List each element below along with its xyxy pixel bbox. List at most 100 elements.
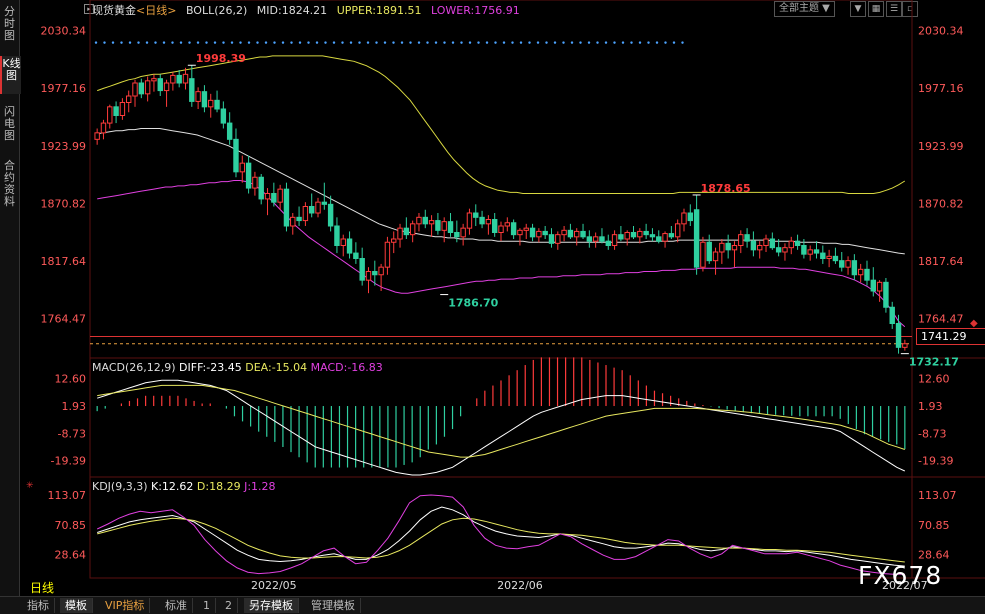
top-marker-dot bbox=[315, 41, 319, 44]
top-marker-dot bbox=[417, 41, 421, 44]
candle-up bbox=[277, 184, 283, 210]
y-tick-label-right: 1923.99 bbox=[918, 140, 964, 153]
tab-manage-templates[interactable]: 管理模板 bbox=[306, 598, 361, 613]
price-marker-icon: ◆ bbox=[970, 318, 978, 329]
y-tick-label-right: 1870.82 bbox=[918, 197, 964, 210]
candle-down bbox=[813, 241, 820, 259]
candle-down bbox=[599, 228, 605, 244]
candle-body bbox=[479, 216, 485, 225]
candle-body bbox=[359, 258, 365, 281]
candle-down bbox=[189, 65, 195, 107]
candle-up bbox=[662, 231, 668, 248]
top-marker-dot bbox=[638, 41, 642, 44]
top-marker-dot bbox=[468, 41, 472, 44]
tab-standard[interactable]: 标准 bbox=[160, 598, 193, 613]
candle-up bbox=[409, 220, 416, 243]
tab-2[interactable]: 2 bbox=[220, 598, 238, 613]
candle-body bbox=[895, 323, 902, 348]
candle-up bbox=[574, 228, 580, 246]
candle-body bbox=[466, 212, 473, 229]
candle-body bbox=[668, 233, 675, 238]
candle-body bbox=[561, 229, 567, 236]
candle-down bbox=[283, 182, 290, 232]
x-axis-label: 2022/05 bbox=[251, 579, 297, 592]
candle-up bbox=[738, 230, 744, 254]
top-marker-dot bbox=[426, 41, 429, 44]
tab-save-template[interactable]: 另存模板 bbox=[244, 598, 299, 613]
chart-canvas[interactable]: 1998.391786.701878.651732.17 2030.34 2030… bbox=[0, 0, 985, 613]
candle-body bbox=[857, 268, 864, 276]
candle-down bbox=[668, 226, 675, 239]
tab-vip-indicators[interactable]: VIP指标 bbox=[100, 598, 151, 613]
top-marker-dot bbox=[502, 41, 506, 44]
top-marker-dot bbox=[596, 41, 599, 44]
kdj-settings-icon[interactable]: ✳ bbox=[26, 481, 34, 491]
y-tick-label-left: 1977.16 bbox=[41, 82, 87, 95]
y-tick-label-right: 1764.47 bbox=[918, 313, 964, 326]
candle-body bbox=[163, 82, 170, 92]
candle-body bbox=[637, 230, 643, 238]
top-marker-dot bbox=[341, 41, 344, 44]
candle-up bbox=[719, 239, 725, 264]
top-marker-dot bbox=[298, 41, 302, 44]
candle-body bbox=[801, 245, 807, 255]
candle-down bbox=[744, 228, 750, 248]
candle-up bbox=[94, 128, 100, 145]
candle-down bbox=[308, 193, 315, 218]
kdj-tick-left: 70.85 bbox=[55, 519, 87, 532]
candle-up bbox=[857, 263, 864, 283]
candle-up bbox=[441, 217, 447, 243]
kdj-d-line bbox=[97, 517, 905, 563]
kdj-k: K:12.62 bbox=[151, 480, 194, 493]
macd-label: MACD(26,12,9) bbox=[92, 361, 176, 374]
top-marker-dot bbox=[273, 41, 276, 44]
candle-up bbox=[757, 241, 763, 259]
candle-body bbox=[624, 232, 630, 240]
candle-body bbox=[277, 188, 283, 203]
candle-body bbox=[308, 206, 315, 214]
candle-down bbox=[157, 74, 163, 96]
top-marker-dot bbox=[434, 41, 438, 44]
top-marker-dot bbox=[477, 41, 480, 44]
y-tick-label-left: 1870.82 bbox=[41, 197, 87, 210]
candle-body bbox=[334, 225, 340, 246]
candle-down bbox=[529, 223, 536, 242]
tab-templates[interactable]: 模板 bbox=[60, 598, 93, 613]
tab-1[interactable]: 1 bbox=[198, 598, 216, 613]
candle-body bbox=[839, 260, 845, 268]
candle-body bbox=[340, 238, 346, 246]
candle-body bbox=[630, 232, 637, 238]
candle-up bbox=[416, 213, 422, 232]
candle-down bbox=[769, 232, 776, 250]
top-marker-dot bbox=[630, 41, 633, 44]
candle-down bbox=[630, 226, 637, 239]
macd-diff: DIFF:-23.45 bbox=[179, 361, 242, 374]
top-marker-dot bbox=[196, 41, 200, 44]
candle-body bbox=[504, 222, 511, 227]
candle-down bbox=[510, 219, 517, 239]
top-marker-dot bbox=[307, 41, 310, 44]
candle-down bbox=[214, 90, 220, 113]
candle-down bbox=[359, 247, 365, 286]
candle-up bbox=[681, 208, 687, 232]
tab-indicators[interactable]: 指标 bbox=[22, 598, 55, 613]
candle-up bbox=[100, 119, 107, 140]
candle-up bbox=[315, 197, 321, 218]
macd-tick-left: -8.73 bbox=[58, 427, 86, 440]
candle-body bbox=[757, 245, 763, 251]
candle-down bbox=[895, 314, 902, 354]
candle-body bbox=[245, 162, 252, 189]
top-marker-dot bbox=[154, 41, 157, 44]
candle-up bbox=[611, 230, 618, 250]
candle-up bbox=[712, 247, 719, 275]
candle-body bbox=[296, 216, 302, 222]
candle-body bbox=[662, 233, 668, 242]
candle-body bbox=[555, 234, 561, 244]
watermark-logo: FX678 bbox=[858, 561, 943, 590]
candle-body bbox=[775, 247, 782, 253]
candle-body bbox=[208, 99, 214, 108]
candle-body bbox=[536, 230, 542, 238]
candle-up bbox=[119, 98, 126, 120]
candle-up bbox=[674, 219, 681, 243]
candle-body bbox=[674, 223, 681, 238]
